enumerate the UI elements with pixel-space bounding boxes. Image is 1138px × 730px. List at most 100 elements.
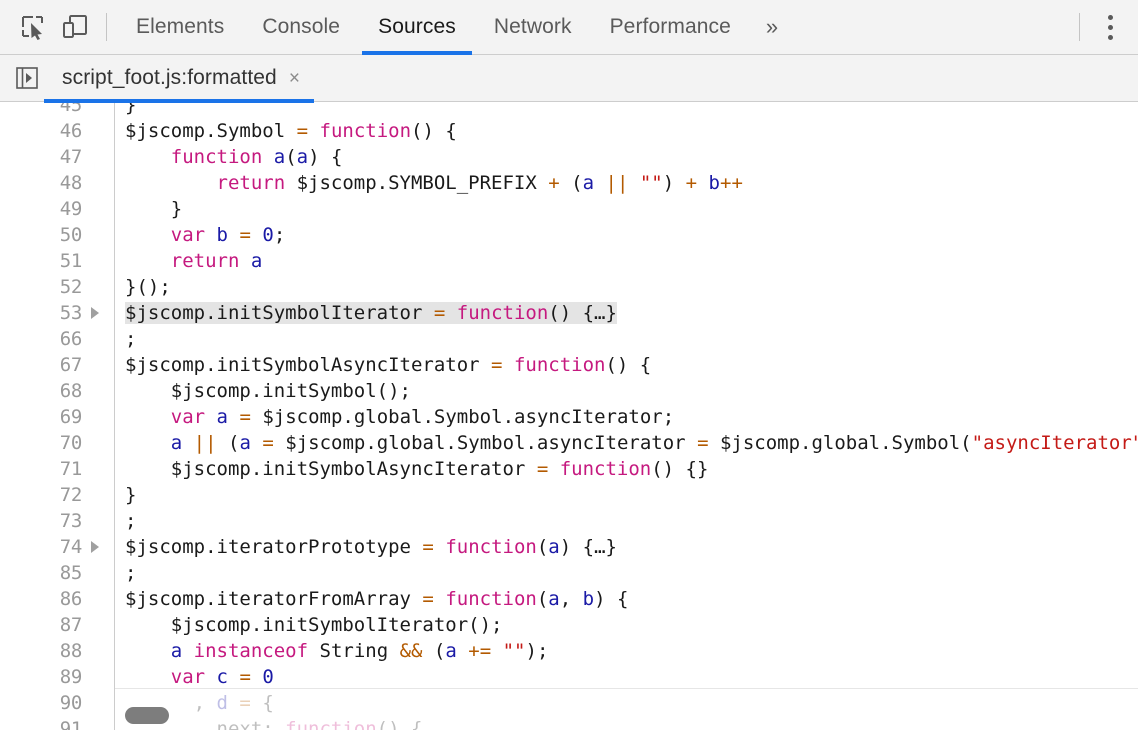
- line-gutter[interactable]: 45: [0, 103, 115, 118]
- code-line[interactable]: 50 var b = 0;: [0, 222, 1138, 248]
- code-token: ||: [606, 172, 629, 194]
- line-gutter[interactable]: 90: [0, 690, 115, 716]
- code-tokens: }: [125, 103, 136, 116]
- code-line[interactable]: 53$jscomp.initSymbolIterator = function(…: [0, 300, 1138, 326]
- line-gutter[interactable]: 53: [0, 300, 115, 326]
- code-line-text[interactable]: var b = 0;: [115, 224, 1138, 246]
- line-gutter[interactable]: 50: [0, 222, 115, 248]
- line-gutter[interactable]: 86: [0, 586, 115, 612]
- line-gutter[interactable]: 91: [0, 716, 115, 730]
- code-line-text[interactable]: }: [115, 484, 1138, 506]
- code-line[interactable]: 49 }: [0, 196, 1138, 222]
- code-line-text[interactable]: return a: [115, 250, 1138, 272]
- code-line-text[interactable]: }();: [115, 276, 1138, 298]
- close-icon[interactable]: ×: [289, 69, 300, 88]
- line-gutter[interactable]: 46: [0, 118, 115, 144]
- line-gutter[interactable]: 88: [0, 638, 115, 664]
- inspect-element-icon[interactable]: [12, 6, 54, 48]
- code-line[interactable]: 51 return a: [0, 248, 1138, 274]
- code-token: var: [171, 406, 205, 428]
- code-line[interactable]: 52}();: [0, 274, 1138, 300]
- code-line-text[interactable]: $jscomp.initSymbolAsyncIterator = functi…: [115, 458, 1138, 480]
- code-line[interactable]: 47 function a(a) {: [0, 144, 1138, 170]
- fold-triangle-icon[interactable]: [82, 541, 108, 553]
- code-line[interactable]: 88 a instanceof String && (a += "");: [0, 638, 1138, 664]
- line-gutter[interactable]: 49: [0, 196, 115, 222]
- show-navigator-icon[interactable]: [10, 61, 44, 95]
- code-line[interactable]: 45}: [0, 103, 1138, 118]
- code-tokens: function a(a) {: [125, 146, 342, 168]
- code-line-text[interactable]: $jscomp.initSymbolIterator = function() …: [115, 302, 1138, 324]
- code-line-text[interactable]: ;: [115, 328, 1138, 350]
- line-gutter[interactable]: 89: [0, 664, 115, 690]
- code-line[interactable]: 69 var a = $jscomp.global.Symbol.asyncIt…: [0, 404, 1138, 430]
- code-line-text[interactable]: }: [115, 198, 1138, 220]
- line-gutter[interactable]: 67: [0, 352, 115, 378]
- code-line-text[interactable]: ;: [115, 562, 1138, 584]
- code-line[interactable]: 48 return $jscomp.SYMBOL_PREFIX + (a || …: [0, 170, 1138, 196]
- more-tabs-chevron-icon[interactable]: »: [750, 0, 794, 55]
- code-line-text[interactable]: $jscomp.initSymbol();: [115, 380, 1138, 402]
- horizontal-scrollbar-thumb[interactable]: [125, 707, 169, 724]
- code-line[interactable]: 66;: [0, 326, 1138, 352]
- code-line-text[interactable]: var c = 0: [115, 666, 1138, 688]
- line-gutter[interactable]: 73: [0, 508, 115, 534]
- code-line[interactable]: 73;: [0, 508, 1138, 534]
- line-gutter[interactable]: 51: [0, 248, 115, 274]
- code-token: [228, 406, 239, 428]
- line-gutter[interactable]: 69: [0, 404, 115, 430]
- tab-elements[interactable]: Elements: [117, 0, 243, 55]
- file-tab-script-foot-js[interactable]: script_foot.js:formatted ×: [44, 55, 314, 102]
- tab-sources[interactable]: Sources: [359, 0, 475, 55]
- code-line-text[interactable]: $jscomp.initSymbolIterator();: [115, 614, 1138, 636]
- code-line-text[interactable]: var a = $jscomp.global.Symbol.asyncItera…: [115, 406, 1138, 428]
- line-gutter[interactable]: 52: [0, 274, 115, 300]
- line-gutter[interactable]: 47: [0, 144, 115, 170]
- code-line[interactable]: 67$jscomp.initSymbolAsyncIterator = func…: [0, 352, 1138, 378]
- line-gutter[interactable]: 85: [0, 560, 115, 586]
- tab-sources-label: Sources: [378, 15, 456, 39]
- fold-triangle-icon[interactable]: [82, 307, 108, 319]
- line-gutter[interactable]: 70: [0, 430, 115, 456]
- line-number: 50: [0, 224, 82, 246]
- vertical-dots-icon[interactable]: [1090, 5, 1130, 49]
- line-gutter[interactable]: 71: [0, 456, 115, 482]
- line-gutter[interactable]: 72: [0, 482, 115, 508]
- code-line[interactable]: 86$jscomp.iteratorFromArray = function(a…: [0, 586, 1138, 612]
- code-token: () {: [605, 354, 651, 376]
- device-toolbar-icon[interactable]: [54, 6, 96, 48]
- horizontal-scrollbar[interactable]: [115, 700, 1138, 730]
- tab-network[interactable]: Network: [475, 0, 591, 55]
- code-line[interactable]: 68 $jscomp.initSymbol();: [0, 378, 1138, 404]
- code-line[interactable]: 70 a || (a = $jscomp.global.Symbol.async…: [0, 430, 1138, 456]
- code-tokens: return a: [125, 250, 262, 272]
- tab-console[interactable]: Console: [243, 0, 359, 55]
- code-line-text[interactable]: ;: [115, 510, 1138, 532]
- code-line[interactable]: 85;: [0, 560, 1138, 586]
- line-gutter[interactable]: 66: [0, 326, 115, 352]
- code-line-text[interactable]: $jscomp.iteratorFromArray = function(a, …: [115, 588, 1138, 610]
- code-line-text[interactable]: return $jscomp.SYMBOL_PREFIX + (a || "")…: [115, 172, 1138, 194]
- code-line-text[interactable]: a instanceof String && (a += "");: [115, 640, 1138, 662]
- code-line-text[interactable]: }: [115, 103, 1138, 116]
- code-line[interactable]: 71 $jscomp.initSymbolAsyncIterator = fun…: [0, 456, 1138, 482]
- code-line[interactable]: 87 $jscomp.initSymbolIterator();: [0, 612, 1138, 638]
- code-tokens: $jscomp.iteratorPrototype = function(a) …: [125, 536, 617, 558]
- tab-performance[interactable]: Performance: [591, 0, 750, 55]
- code-line-text[interactable]: $jscomp.Symbol = function() {: [115, 120, 1138, 142]
- code-line-text[interactable]: $jscomp.iteratorPrototype = function(a) …: [115, 536, 1138, 558]
- line-gutter[interactable]: 74: [0, 534, 115, 560]
- code-line-text[interactable]: function a(a) {: [115, 146, 1138, 168]
- line-gutter[interactable]: 87: [0, 612, 115, 638]
- line-gutter[interactable]: 48: [0, 170, 115, 196]
- line-gutter[interactable]: 68: [0, 378, 115, 404]
- code-line[interactable]: 46$jscomp.Symbol = function() {: [0, 118, 1138, 144]
- source-code-editor[interactable]: 45}46$jscomp.Symbol = function() {47 fun…: [0, 103, 1138, 730]
- code-token: =: [422, 588, 433, 610]
- code-line-text[interactable]: $jscomp.initSymbolAsyncIterator = functi…: [115, 354, 1138, 376]
- code-line-text[interactable]: a || (a = $jscomp.global.Symbol.asyncIte…: [115, 432, 1138, 454]
- code-line[interactable]: 72}: [0, 482, 1138, 508]
- code-line[interactable]: 89 var c = 0: [0, 664, 1138, 690]
- code-line[interactable]: 74 $jscomp.iteratorPrototype = function(a…: [0, 534, 1138, 560]
- code-token: ) {: [594, 588, 628, 610]
